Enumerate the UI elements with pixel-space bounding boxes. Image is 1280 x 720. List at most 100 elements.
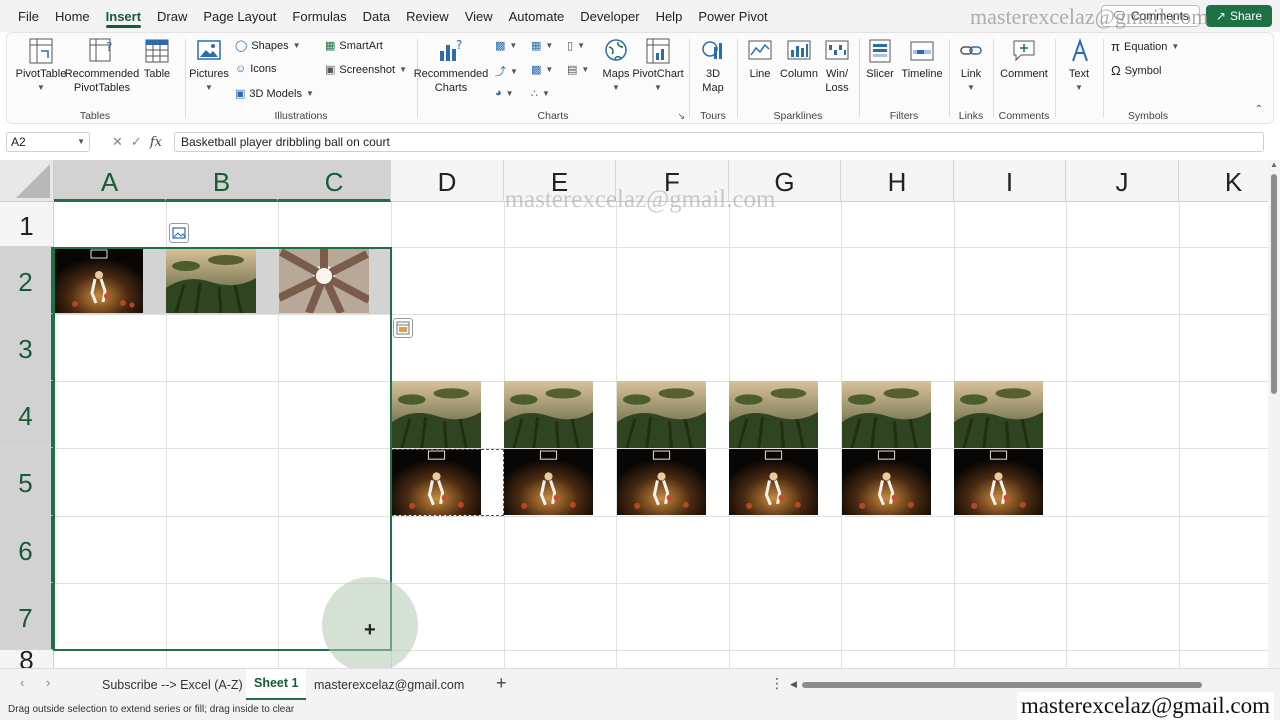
sparkline-line-button[interactable]: Line [743,37,777,81]
picture-foliage-f4[interactable] [617,381,706,448]
row-header-8[interactable]: 8 [0,650,54,668]
tab-automate[interactable]: Automate [501,0,573,32]
tab-draw[interactable]: Draw [149,0,195,32]
pivotchart-button[interactable]: PivotChart ▼ [632,37,684,95]
ribbon-collapse-icon[interactable]: ⌃ [1255,104,1263,115]
cancel-icon[interactable]: ✕ [112,134,123,150]
recommended-charts-button[interactable]: ? Recommended Charts [414,37,489,95]
picture-foliage-e4[interactable] [504,381,593,448]
row-header-1[interactable]: 1 [0,202,54,247]
smartart-button[interactable]: ▦ SmartArt [325,39,383,53]
sparkline-winloss-button[interactable]: Win/ Loss [821,37,853,95]
link-button[interactable]: Link ▼ [955,37,987,95]
tab-insert[interactable]: Insert [98,0,149,32]
timeline-button[interactable]: Timeline [899,37,945,81]
picture-basketball-g5[interactable] [729,449,818,515]
tab-formulas[interactable]: Formulas [284,0,354,32]
sheet-tab-email[interactable]: masterexcelaz@gmail.com [314,669,464,701]
column-header-k[interactable]: K [1179,160,1268,202]
pictures-button[interactable]: Pictures ▼ [189,37,229,95]
tab-file[interactable]: File [10,0,47,32]
row-header-2[interactable]: 2 [0,247,54,314]
tab-help[interactable]: Help [648,0,691,32]
vertical-scrollbar[interactable]: ▲ [1268,160,1280,668]
column-header-f[interactable]: F [616,160,729,202]
statistic-chart-button[interactable]: ▩ ▼ [531,63,553,76]
auto-fill-options-icon[interactable] [393,318,413,338]
share-button[interactable]: ↗ Share [1205,5,1272,27]
new-comment-button[interactable]: Comment [997,37,1051,81]
prev-sheet-icon[interactable]: ‹ [20,675,24,690]
column-header-i[interactable]: I [954,160,1066,202]
comments-button[interactable]: 🗨 Comments [1100,5,1200,27]
ribbon-separator [185,39,186,117]
horizontal-scrollbar[interactable]: ◀ [790,679,1270,691]
sheet-tab-sheet1[interactable]: Sheet 1 [246,669,307,701]
tab-page-layout[interactable]: Page Layout [195,0,284,32]
select-all-button[interactable] [0,160,54,202]
row-header-5[interactable]: 5 [0,448,54,516]
hierarchy-chart-button[interactable]: ▦ ▼ [531,39,553,52]
scroll-left-icon[interactable]: ◀ [790,679,797,690]
horizontal-scroll-thumb[interactable] [802,682,1202,688]
sparkline-column-button[interactable]: Column [779,37,819,81]
insert-function-button[interactable]: fx [150,135,162,150]
tab-view[interactable]: View [457,0,501,32]
symbol-button[interactable]: Ω Symbol [1111,63,1161,78]
tab-power-pivot[interactable]: Power Pivot [690,0,775,32]
tab-data[interactable]: Data [355,0,398,32]
picture-foliage-g4[interactable] [729,381,818,448]
3d-models-button[interactable]: ▣ 3D Models ▼ [235,87,314,101]
column-header-h[interactable]: H [841,160,954,202]
3d-map-button[interactable]: 3D Map [695,37,731,95]
tab-home[interactable]: Home [47,0,98,32]
combo-chart-button[interactable]: ▤ ▼ [567,63,589,76]
picture-basketball-e5[interactable] [504,449,593,515]
picture-basketball-h5[interactable] [842,449,931,515]
waterfall-chart-button[interactable]: ▯ ▼ [567,39,585,52]
dialog-launcher-icon[interactable]: ↘ [677,111,685,122]
tab-developer[interactable]: Developer [572,0,647,32]
picture-basketball-f5[interactable] [617,449,706,515]
column-header-d[interactable]: D [391,160,504,202]
column-header-g[interactable]: G [729,160,841,202]
row-header-6[interactable]: 6 [0,516,54,583]
column-header-e[interactable]: E [504,160,616,202]
sheet-tab-subscribe[interactable]: Subscribe --> Excel (A-Z) [102,669,243,701]
scatter-chart-button[interactable]: ∴ ▼ [531,87,550,100]
next-sheet-icon[interactable]: › [46,675,50,690]
formula-input[interactable]: Basketball player dribbling ball on cour… [174,132,1264,152]
picture-foliage-i4[interactable] [954,381,1043,448]
vertical-scroll-thumb[interactable] [1271,174,1277,394]
picture-basketball-i5[interactable] [954,449,1043,515]
equation-button[interactable]: π Equation ▼ [1111,39,1179,54]
more-options-icon[interactable]: ⋮ [770,675,784,692]
pie-chart-button[interactable]: ◕ ▼ [495,87,514,99]
column-header-a[interactable]: A [54,160,166,202]
enter-icon[interactable]: ✓ [131,134,142,150]
column-header-j[interactable]: J [1066,160,1179,202]
slicer-button[interactable]: Slicer [863,37,897,81]
pivottable-button[interactable]: PivotTable ▼ [15,37,67,95]
row-header-7[interactable]: 7 [0,583,54,650]
text-button[interactable]: Text ▼ [1061,37,1097,95]
place-in-cell-icon[interactable] [169,223,189,243]
scroll-up-icon[interactable]: ▲ [1270,160,1278,169]
row-header-4[interactable]: 4 [0,381,54,448]
column-chart-button[interactable]: ▩ ▼ [495,39,517,52]
screenshot-button[interactable]: ▣ Screenshot ▼ [325,63,407,77]
picture-foliage-h4[interactable] [842,381,931,448]
table-button[interactable]: Table [139,37,175,81]
column-header-b[interactable]: B [166,160,278,202]
name-box[interactable]: A2 ▼ [6,132,90,152]
icons-button[interactable]: ☺ Icons [235,63,277,75]
tab-review[interactable]: Review [398,0,457,32]
shapes-button[interactable]: ◯ Shapes ▼ [235,39,301,53]
recommended-pivottables-button[interactable]: ? Recommended PivotTables [65,37,139,95]
picture-foliage-d4[interactable] [392,381,481,448]
row-header-3[interactable]: 3 [0,314,54,381]
maps-button[interactable]: Maps ▼ [599,37,633,95]
column-header-c[interactable]: C [278,160,391,202]
line-chart-button[interactable]: ⤴ ▼ [495,63,518,79]
add-sheet-button[interactable]: + [496,673,507,694]
